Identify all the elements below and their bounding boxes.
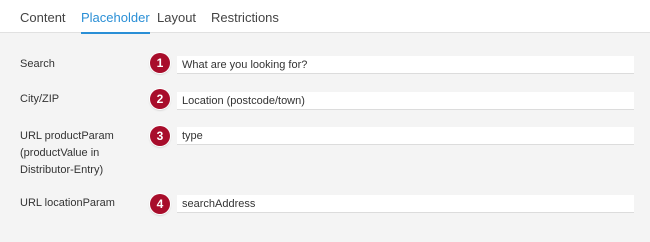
tab-placeholder[interactable]: Placeholder [81,0,150,34]
city-zip-label: City/ZIP [20,93,60,105]
tab-bar: Content Placeholder Layout Restrictions [0,0,650,34]
search-placeholder-field[interactable] [177,56,634,74]
step-badge-1: 1 [150,53,170,73]
placeholder-settings-panel: Search 1 City/ZIP 2 URL productParam (pr… [0,34,650,242]
url-location-param-label: URL locationParam [20,197,115,209]
url-product-param-label: URL productParam (productValue in Distri… [20,130,114,176]
url-location-param-field[interactable] [177,195,634,213]
step-badge-2: 2 [150,89,170,109]
tab-layout[interactable]: Layout [157,0,196,33]
url-product-param-field[interactable] [177,127,634,145]
tab-content[interactable]: Content [20,0,66,33]
search-label: Search [20,58,55,70]
city-zip-placeholder-field[interactable] [177,92,634,110]
tab-restrictions[interactable]: Restrictions [211,0,279,33]
step-badge-3: 3 [150,126,170,146]
step-badge-4: 4 [150,194,170,214]
